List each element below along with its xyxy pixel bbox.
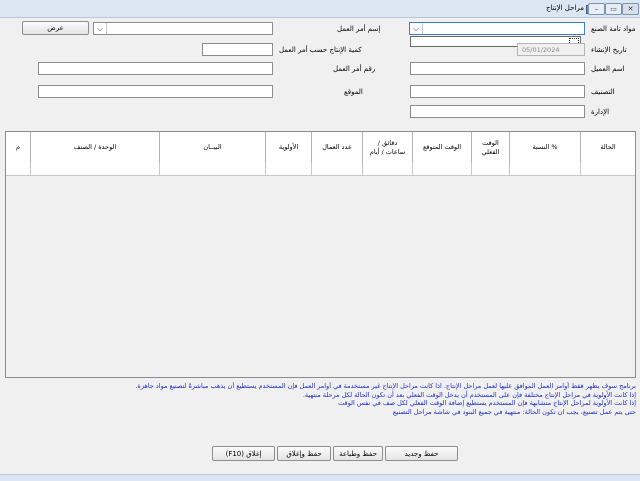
column-header-unit-item[interactable]: الوحدة / الصنف <box>31 132 160 163</box>
work-order-number-label: رقم أمر العمل <box>333 65 376 73</box>
note-line: برنامج سوف يظهر فقط أوامر العمل الموافق … <box>135 382 636 390</box>
finished-goods-label: مواد تامة الصنع <box>591 25 636 33</box>
column-header-workers-count[interactable]: عدد العمال <box>312 132 363 163</box>
management-label: الإدارة <box>591 108 610 116</box>
save-print-button[interactable]: حفظ وطباعة <box>333 446 383 461</box>
finished-goods-combo[interactable]: ⌵ <box>409 22 585 35</box>
column-header-percentage[interactable]: % النسبة <box>510 132 581 163</box>
column-header-actual-time[interactable]: الوقت الفعلي <box>472 132 510 163</box>
creation-date-field[interactable]: 05/01/2024 <box>517 43 585 56</box>
minimize-button[interactable]: – <box>588 3 605 15</box>
save-close-button[interactable]: حفظ وإغلاق <box>277 446 331 461</box>
column-header-expected-time[interactable]: الوقت المتوقع <box>413 132 472 163</box>
location-field[interactable] <box>38 85 273 98</box>
category-label: التصنيف <box>591 88 615 96</box>
column-header-time-unit[interactable]: دقائق / ساعات / أيام <box>363 132 413 163</box>
restore-icon: ▭ <box>610 4 617 13</box>
close-icon: ✕ <box>627 4 634 13</box>
grid-header: م الوحدة / الصنف البيــان الأولوية عدد ا… <box>6 132 635 164</box>
table-cell[interactable] <box>581 163 635 175</box>
close-button[interactable]: إغلاق (F10) <box>212 446 275 461</box>
category-field[interactable] <box>410 85 585 98</box>
window-title: مراحل الإنتاج <box>545 4 584 12</box>
table-cell[interactable] <box>266 163 312 175</box>
table-cell[interactable] <box>31 163 160 175</box>
production-qty-label: كمية الإنتاج حسب أمر العمل <box>279 46 362 54</box>
management-field[interactable] <box>410 105 585 118</box>
location-label: الموقع <box>344 88 363 96</box>
table-row[interactable] <box>6 163 635 176</box>
restore-button[interactable]: ▭ <box>605 3 622 15</box>
column-header-priority[interactable]: الأولوية <box>266 132 312 163</box>
save-new-button[interactable]: حفظ وجديد <box>385 446 458 461</box>
chevron-down-icon[interactable]: ⌵ <box>410 23 423 34</box>
work-order-number-field[interactable] <box>38 62 273 75</box>
table-cell[interactable] <box>363 163 413 175</box>
column-header-index[interactable]: م <box>6 132 31 163</box>
customer-name-label: اسم العميل <box>591 65 625 73</box>
note-line: حتى يتم عمل تصنيع، يجب ان تكون الحالة: م… <box>392 407 636 416</box>
column-header-description[interactable]: البيــان <box>160 132 266 163</box>
table-cell[interactable] <box>160 163 266 175</box>
note-line: إذا كانت الأولوية لمراحل الإنتاج متشابهة… <box>338 399 636 408</box>
title-bar: مراحل الإنتاج – ▭ ✕ <box>0 0 640 18</box>
table-cell[interactable] <box>312 163 363 175</box>
table-cell[interactable] <box>472 163 510 175</box>
close-window-button[interactable]: ✕ <box>622 3 639 15</box>
note-line: إذا كانت الأولوية في مراحل الإنتاج مختلف… <box>302 390 636 399</box>
creation-date-label: تاريخ الإنشاء <box>591 46 627 54</box>
table-cell[interactable] <box>510 163 581 175</box>
table-cell[interactable] <box>413 163 472 175</box>
column-header-status[interactable]: الحالة <box>581 132 635 163</box>
chevron-down-icon[interactable]: ⌵ <box>94 23 107 34</box>
display-button[interactable]: عرض <box>22 21 89 35</box>
production-qty-field[interactable] <box>202 43 273 56</box>
help-notes: برنامج سوف يظهر فقط أوامر العمل الموافق … <box>16 382 636 416</box>
customer-name-field[interactable] <box>410 62 585 75</box>
work-order-name-combo[interactable]: ⌵ <box>93 22 273 35</box>
work-order-name-label: إسم أمر العمل <box>337 25 381 33</box>
minimize-icon: – <box>594 4 599 13</box>
table-cell[interactable] <box>6 163 31 175</box>
production-stages-grid[interactable]: م الوحدة / الصنف البيــان الأولوية عدد ا… <box>5 131 636 378</box>
